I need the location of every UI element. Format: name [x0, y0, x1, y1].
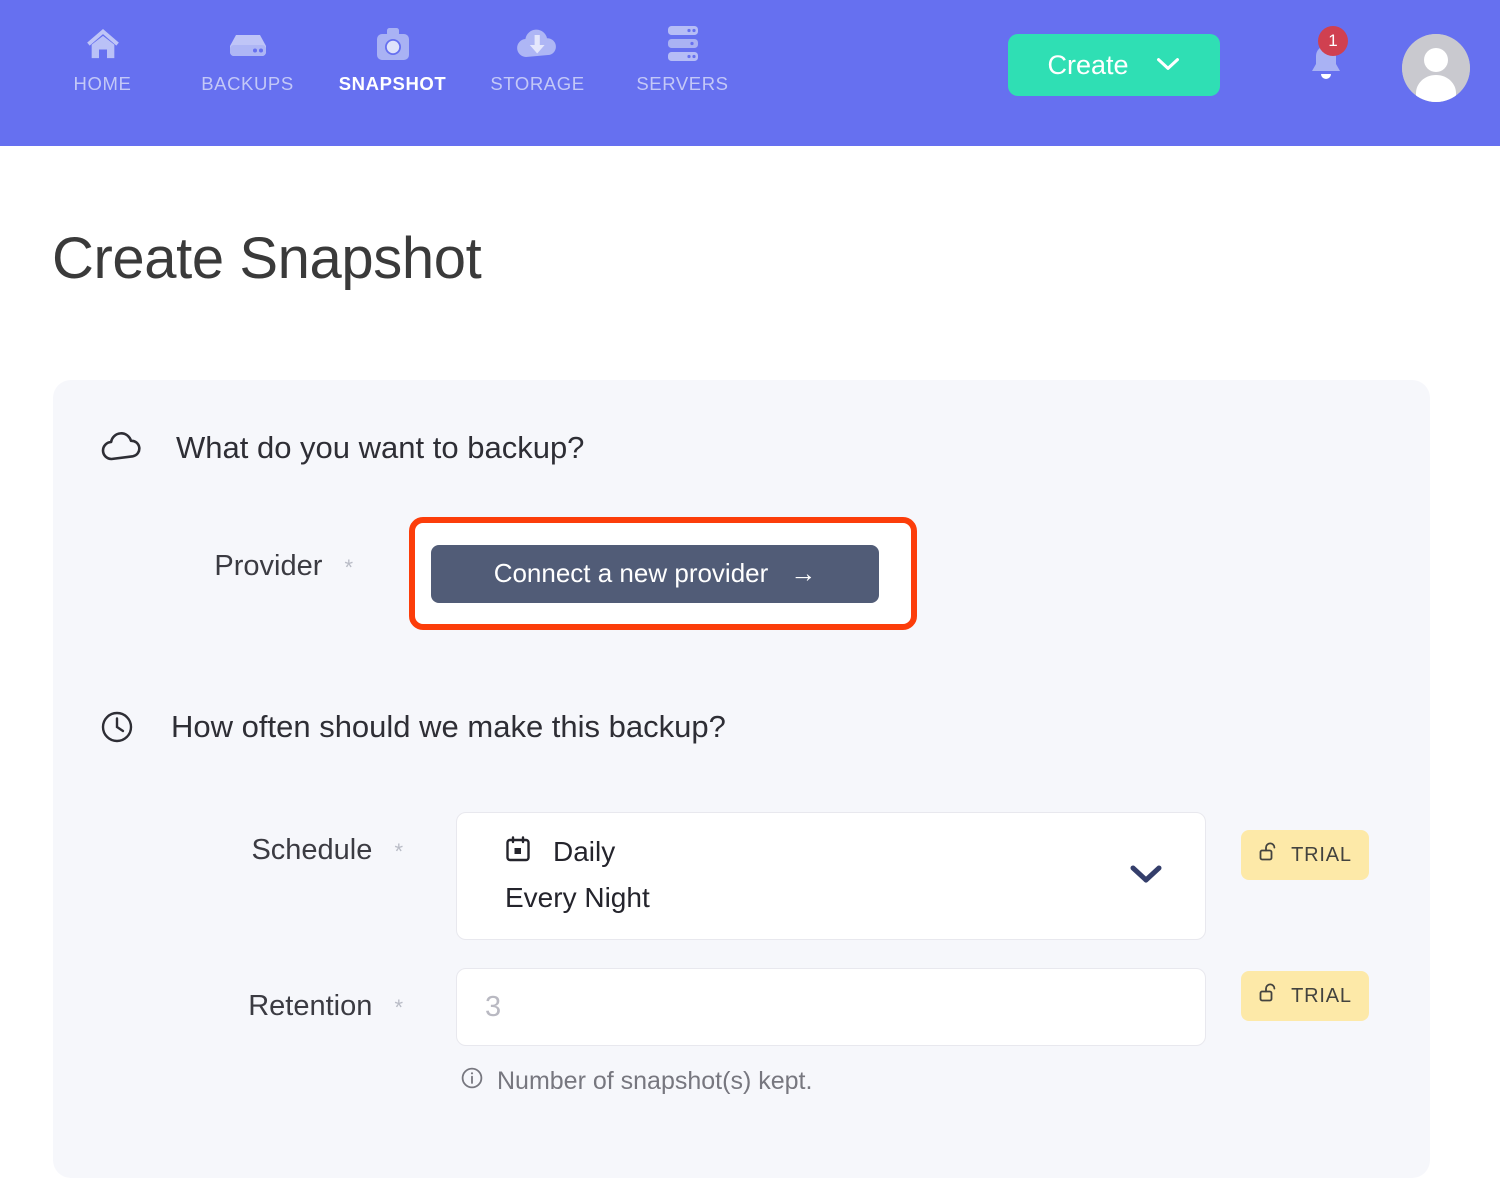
schedule-select[interactable]: Daily Every Night — [456, 812, 1206, 940]
required-asterisk: * — [344, 555, 353, 580]
page-title: Create Snapshot — [52, 226, 482, 291]
schedule-sub-value: Every Night — [505, 882, 650, 913]
unlock-icon — [1258, 982, 1280, 1010]
schedule-label-text: Schedule — [251, 834, 373, 866]
required-asterisk: * — [394, 839, 403, 864]
servers-icon — [661, 22, 705, 66]
nav-items-group: HOME BACKUPS SNAPSHOT STORAGE SERVERS — [0, 0, 755, 95]
cloud-icon — [98, 430, 146, 466]
user-avatar-icon — [1402, 34, 1470, 102]
connect-new-provider-button[interactable]: Connect a new provider → — [431, 544, 879, 603]
nav-item-backups[interactable]: BACKUPS — [175, 22, 320, 95]
nav-item-servers[interactable]: SERVERS — [610, 22, 755, 95]
schedule-trial-badge[interactable]: TRIAL — [1241, 830, 1369, 880]
clock-icon — [93, 708, 141, 746]
create-button-label: Create — [1047, 49, 1129, 80]
field-row-retention: Retention * Number of snapshot(s) kept. — [53, 968, 1369, 1097]
schedule-label: Schedule * — [53, 812, 403, 867]
top-navigation-bar: HOME BACKUPS SNAPSHOT STORAGE SERVERS Cr… — [0, 0, 1500, 146]
provider-label: Provider * — [53, 535, 353, 583]
avatar[interactable] — [1402, 34, 1470, 102]
notification-count-badge: 1 — [1318, 26, 1348, 56]
create-button[interactable]: Create — [1008, 34, 1220, 96]
retention-helper: Number of snapshot(s) kept. — [460, 1066, 1206, 1097]
schedule-value: Daily — [553, 835, 616, 867]
nav-item-home[interactable]: HOME — [30, 22, 175, 95]
field-row-schedule: Schedule * Daily Every Night TRIAL — [53, 812, 1369, 940]
retention-input[interactable] — [456, 968, 1206, 1046]
retention-label: Retention * — [53, 968, 403, 1023]
nav-right-group: Create 1 — [960, 0, 1470, 146]
arrow-right-icon: → — [790, 558, 817, 588]
home-icon — [80, 22, 126, 66]
retention-trial-label: TRIAL — [1291, 984, 1352, 1007]
nav-label-snapshot: SNAPSHOT — [338, 73, 447, 94]
unlock-icon — [1258, 841, 1280, 869]
provider-highlight-box: Connect a new provider → — [409, 517, 917, 630]
hard-drive-icon — [224, 22, 272, 66]
chevron-down-icon[interactable] — [1129, 861, 1163, 891]
retention-trial-badge[interactable]: TRIAL — [1241, 971, 1369, 1021]
section-title-frequency: How often should we make this backup? — [171, 709, 726, 744]
camera-icon — [373, 22, 413, 66]
bell-icon — [1302, 46, 1350, 94]
nav-label-storage: STORAGE — [490, 73, 585, 94]
field-row-provider: Provider * Connect a new provider → — [53, 517, 917, 630]
create-snapshot-form-card: What do you want to backup? Provider * C… — [53, 380, 1430, 1178]
info-icon — [460, 1066, 484, 1097]
required-asterisk: * — [394, 995, 403, 1020]
nav-item-storage[interactable]: STORAGE — [465, 22, 610, 95]
connect-new-provider-label: Connect a new provider — [493, 558, 769, 588]
chevron-down-icon — [1155, 55, 1181, 76]
notifications-button[interactable]: 1 — [1302, 26, 1350, 95]
retention-helper-text: Number of snapshot(s) kept. — [497, 1067, 813, 1095]
retention-label-text: Retention — [248, 990, 373, 1022]
nav-label-backups: BACKUPS — [201, 73, 294, 94]
schedule-selected-value-row: Daily — [505, 835, 1205, 868]
retention-field-wrap: Number of snapshot(s) kept. — [456, 968, 1206, 1097]
cloud-download-icon — [513, 22, 563, 66]
nav-item-snapshot[interactable]: SNAPSHOT — [320, 22, 465, 95]
section-title-backup: What do you want to backup? — [176, 430, 585, 465]
section-header-backup: What do you want to backup? — [98, 430, 584, 466]
provider-label-text: Provider — [214, 550, 323, 582]
calendar-icon — [505, 835, 531, 868]
nav-label-home: HOME — [73, 73, 132, 94]
schedule-trial-label: TRIAL — [1291, 843, 1352, 866]
nav-label-servers: SERVERS — [636, 73, 729, 94]
section-header-frequency: How often should we make this backup? — [93, 708, 726, 746]
